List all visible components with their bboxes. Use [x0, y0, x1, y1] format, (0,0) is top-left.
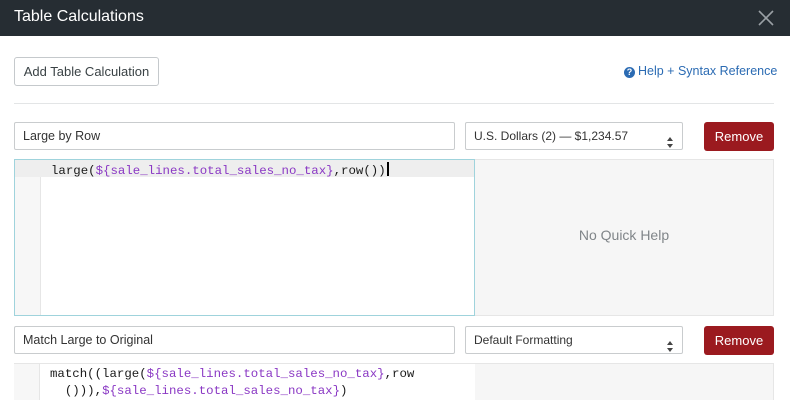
- code-field-token: ${sale_lines.total_sales_no_tax}: [102, 384, 341, 398]
- up-down-arrows-icon: [667, 131, 673, 148]
- code-field-token: ${sale_lines.total_sales_no_tax}: [95, 164, 334, 178]
- help-link-label: Help + Syntax Reference: [638, 64, 778, 78]
- format-select-value: Default Formatting: [474, 333, 573, 347]
- add-table-calculation-button[interactable]: Add Table Calculation: [14, 57, 159, 86]
- expression-code[interactable]: match((large(${sale_lines.total_sales_no…: [50, 366, 414, 400]
- remove-button[interactable]: Remove: [704, 326, 774, 355]
- code-token: ,row()): [333, 164, 386, 178]
- expression-editor[interactable]: large(${sale_lines.total_sales_no_tax},r…: [14, 159, 475, 316]
- text-cursor: [386, 162, 389, 176]
- code-field-token: ${sale_lines.total_sales_no_tax}: [146, 367, 385, 381]
- format-select-value: U.S. Dollars (2) — $1,234.57: [474, 129, 629, 143]
- dialog-titlebar: Table Calculations: [0, 0, 790, 36]
- code-token: ): [340, 384, 348, 398]
- line-number-gutter: [14, 364, 40, 400]
- divider: [14, 103, 774, 104]
- calculation-name-input[interactable]: [14, 326, 455, 354]
- quick-help-panel: No Quick Help: [475, 159, 774, 316]
- calculation-name-input[interactable]: [14, 122, 455, 150]
- remove-button[interactable]: Remove: [704, 122, 774, 151]
- dialog-title: Table Calculations: [14, 8, 144, 25]
- code-token: ,row: [384, 367, 415, 381]
- quick-help-text: No Quick Help: [578, 227, 670, 243]
- question-circle-icon: ?: [624, 67, 635, 78]
- format-select[interactable]: Default Formatting: [465, 326, 683, 354]
- quick-help-panel: [475, 363, 774, 400]
- help-syntax-reference-link[interactable]: ? Help + Syntax Reference: [624, 64, 777, 78]
- code-token: match((large(: [50, 367, 147, 381]
- close-icon[interactable]: [756, 8, 776, 28]
- code-token: ())),: [50, 384, 103, 398]
- expression-editor[interactable]: match((large(${sale_lines.total_sales_no…: [14, 363, 475, 400]
- format-select[interactable]: U.S. Dollars (2) — $1,234.57: [465, 122, 683, 150]
- line-number-gutter: [15, 160, 41, 315]
- code-token: large(: [51, 164, 96, 178]
- up-down-arrows-icon: [667, 335, 673, 352]
- expression-code[interactable]: large(${sale_lines.total_sales_no_tax},r…: [51, 162, 389, 180]
